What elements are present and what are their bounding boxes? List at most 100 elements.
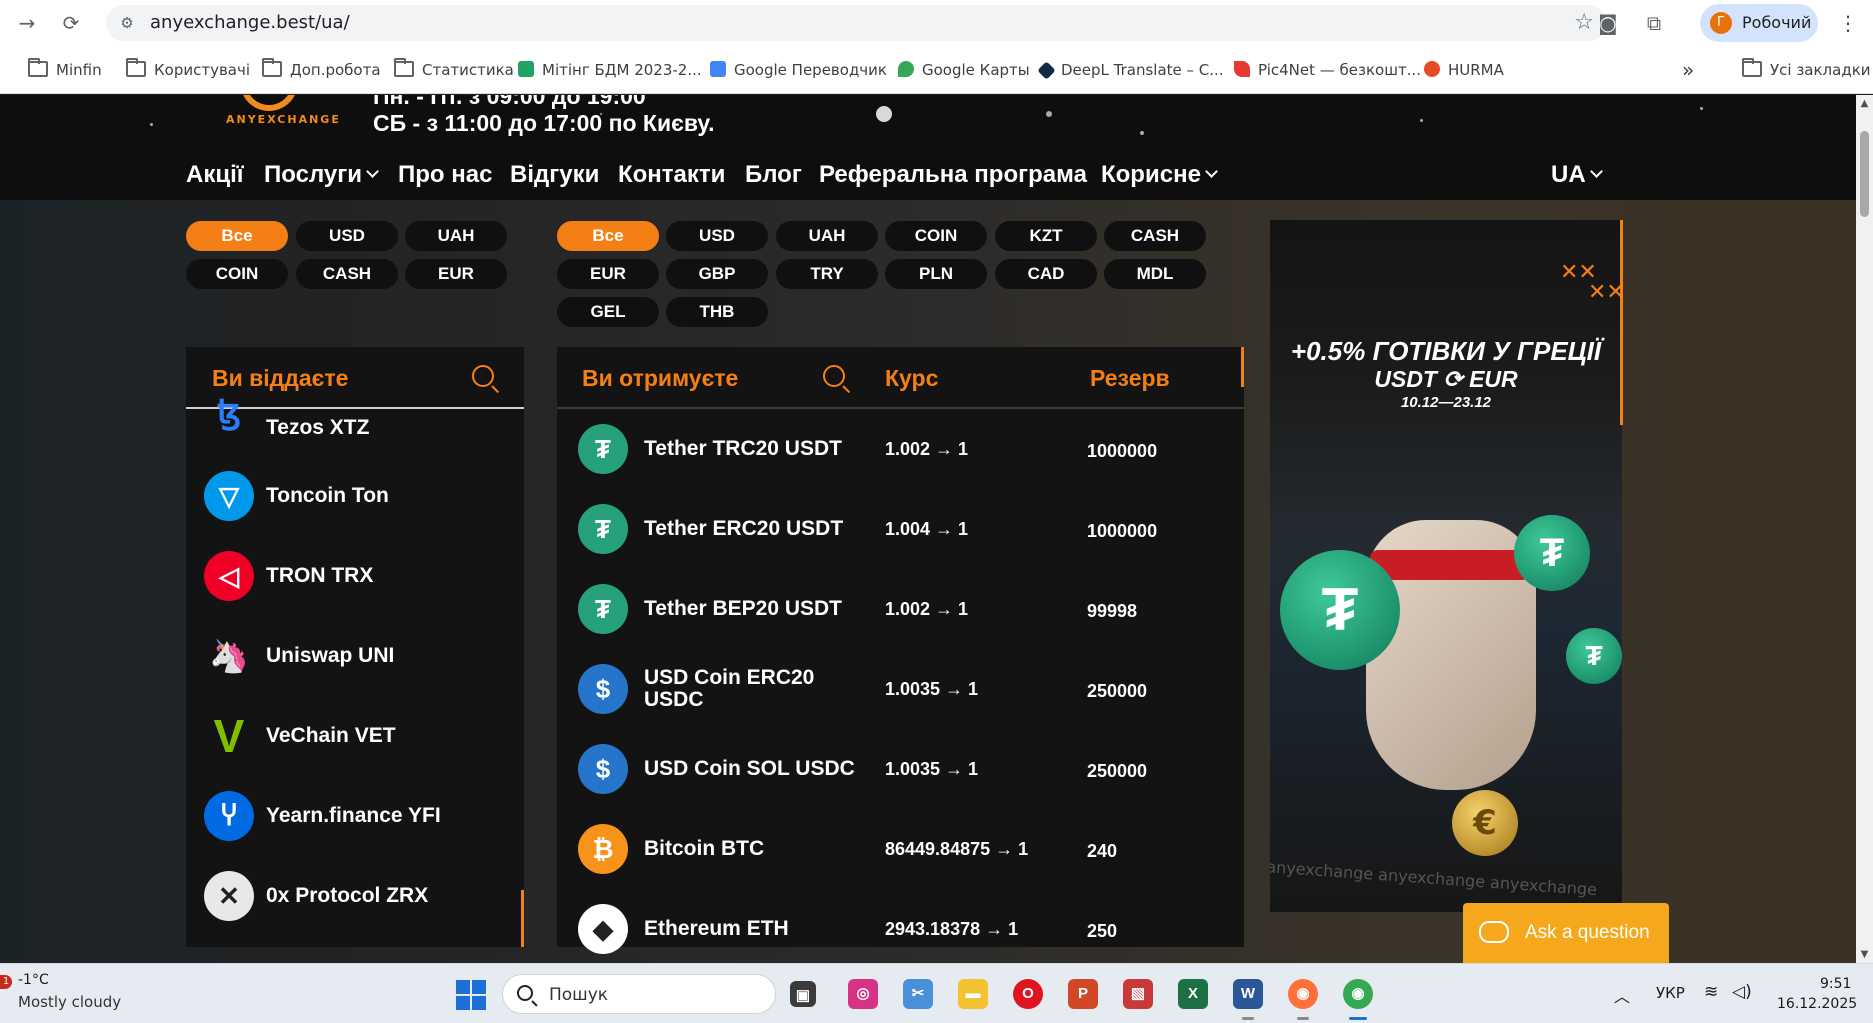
give-filter-uah[interactable]: UAH (405, 221, 507, 251)
search-icon[interactable] (823, 365, 845, 387)
clock-time[interactable]: 9:51 (1820, 976, 1851, 992)
bookmark-hurma[interactable]: HURMA (1424, 46, 1504, 94)
ask-question-button[interactable]: Ask a question (1463, 903, 1669, 963)
give-item-toncoin[interactable]: Toncoin Ton (266, 485, 389, 507)
input-language[interactable]: УКР (1656, 984, 1685, 1002)
profile-button[interactable]: Г Робочий (1700, 4, 1818, 42)
more-bookmarks-icon[interactable]: » (1682, 46, 1694, 94)
word-icon[interactable]: W (1233, 979, 1263, 1009)
get-filter-thb[interactable]: THB (666, 297, 768, 327)
get-filter-usd[interactable]: USD (666, 221, 768, 251)
page-scrollbar[interactable]: ▲ ▼ (1856, 95, 1873, 963)
get-filter-gbp[interactable]: GBP (666, 259, 768, 289)
scrollbar-thumb[interactable] (1860, 131, 1869, 217)
all-bookmarks[interactable]: Усі закладки (1742, 46, 1871, 94)
firefox-icon[interactable]: ◉ (1288, 979, 1318, 1009)
bookmark-google-translate[interactable]: Google Переводчик (710, 46, 887, 94)
pdf-reader-icon[interactable]: ▧ (1123, 979, 1153, 1009)
get-filter-coin[interactable]: COIN (885, 221, 987, 251)
promo-banner[interactable]: ✕✕ ✕✕ +0.5% ГОТІВКИ У ГРЕЦІЇ USDT ⟳ EUR … (1270, 220, 1622, 912)
logo-icon[interactable] (240, 95, 298, 111)
get-filter-all[interactable]: Все (557, 221, 659, 251)
tray-chevron-icon[interactable]: ︿ (1614, 983, 1630, 1007)
give-item-tron[interactable]: TRON TRX (266, 565, 373, 587)
give-filter-all[interactable]: Все (186, 221, 288, 251)
get-row-name[interactable]: Tether ERC20 USDT (644, 518, 843, 540)
bookmark-statistics[interactable]: Статистика (394, 46, 514, 94)
give-filter-cash[interactable]: CASH (296, 259, 398, 289)
opera-icon[interactable]: O (1013, 979, 1043, 1009)
folder-icon (394, 58, 414, 77)
screenshot-icon[interactable]: ◙ (1594, 9, 1622, 37)
nav-referral[interactable]: Реферальна програма (819, 150, 1087, 200)
scroll-down-icon[interactable]: ▼ (1856, 946, 1873, 963)
bookmark-deepl[interactable]: DeepL Translate – C... (1037, 46, 1224, 94)
give-item-vechain[interactable]: VeChain VET (266, 725, 396, 747)
nav-services[interactable]: Послуги (264, 150, 379, 200)
bookmark-star-icon[interactable]: ☆ (1574, 9, 1594, 37)
scroll-indicator[interactable] (1241, 347, 1244, 387)
nav-blog[interactable]: Блог (745, 150, 802, 200)
language-switcher[interactable]: UA (1551, 150, 1603, 200)
creative-cloud-icon[interactable]: ◎ (848, 979, 878, 1009)
reload-icon[interactable]: ⟳ (56, 8, 86, 38)
get-filter-pln[interactable]: PLN (885, 259, 987, 289)
scroll-indicator[interactable] (521, 890, 524, 947)
browser-menu-icon[interactable]: ⋮ (1836, 9, 1860, 37)
snipping-tool-icon[interactable]: ✂ (903, 979, 933, 1009)
get-filter-gel[interactable]: GEL (557, 297, 659, 327)
nav-contacts[interactable]: Контакти (618, 150, 725, 200)
forward-icon[interactable]: → (12, 8, 42, 38)
bookmark-users[interactable]: Користувачі (126, 46, 250, 94)
weather-description[interactable]: Mostly cloudy (18, 993, 121, 1011)
get-filter-kzt[interactable]: KZT (995, 221, 1097, 251)
get-filter-uah[interactable]: UAH (776, 221, 878, 251)
volume-icon[interactable]: ◁) (1732, 982, 1752, 1002)
file-explorer-icon[interactable]: ▬ (958, 979, 988, 1009)
get-filter-cash[interactable]: CASH (1104, 221, 1206, 251)
give-filter-coin[interactable]: COIN (186, 259, 288, 289)
give-item-zrx[interactable]: 0x Protocol ZRX (266, 885, 428, 907)
search-icon[interactable] (472, 365, 494, 387)
get-filter-try[interactable]: TRY (776, 259, 878, 289)
get-row-name[interactable]: Tether BEP20 USDT (644, 598, 842, 620)
get-filter-cad[interactable]: CAD (995, 259, 1097, 289)
clock-date[interactable]: 16.12.2025 (1777, 996, 1857, 1012)
address-bar[interactable]: ⚙ anyexchange.best/ua/ ☆ (106, 5, 1606, 41)
nav-useful[interactable]: Корисне (1101, 150, 1218, 200)
site-header: ANYEXCHANGE Пн. - Пт. з 09:00 до 19:00 С… (0, 95, 1856, 200)
get-row-name[interactable]: USD Coin SOL USDC (644, 758, 855, 780)
get-filter-eur[interactable]: EUR (557, 259, 659, 289)
task-view-icon[interactable]: ▣ (790, 981, 816, 1007)
nav-about[interactable]: Про нас (398, 150, 492, 200)
extensions-icon[interactable]: ⧉ (1640, 9, 1668, 37)
give-item-tezos[interactable]: Tezos XTZ (266, 417, 369, 439)
get-row-name[interactable]: USD Coin ERC20 USDC (644, 667, 864, 711)
bookmark-meeting[interactable]: Мітінг БДМ 2023-2... (518, 46, 702, 94)
site-info-icon[interactable]: ⚙ (116, 12, 138, 34)
logo-text[interactable]: ANYEXCHANGE (226, 113, 341, 126)
chrome-icon[interactable]: ◉ (1343, 979, 1373, 1009)
windows-start-icon[interactable] (456, 980, 486, 1010)
get-row-name[interactable]: Ethereum ETH (644, 918, 789, 940)
bookmark-google-maps[interactable]: Google Карты (898, 46, 1030, 94)
wifi-icon[interactable]: ≋ (1704, 982, 1718, 1002)
taskbar-search[interactable]: Пошук (502, 974, 776, 1014)
give-item-uniswap[interactable]: Uniswap UNI (266, 645, 394, 667)
give-filter-usd[interactable]: USD (296, 221, 398, 251)
give-filter-eur[interactable]: EUR (405, 259, 507, 289)
deepl-icon (1037, 61, 1056, 80)
bookmark-side-work[interactable]: Доп.робота (262, 46, 381, 94)
weather-temperature[interactable]: -1°C (18, 972, 49, 988)
scroll-up-icon[interactable]: ▲ (1856, 95, 1873, 112)
nav-promotions[interactable]: Акції (186, 150, 244, 200)
give-item-yearn[interactable]: Yearn.finance YFI (266, 805, 441, 827)
bookmark-pic4net[interactable]: Pic4Net — безкошт... (1234, 46, 1421, 94)
get-row-name[interactable]: Bitcoin BTC (644, 838, 764, 860)
get-row-name[interactable]: Tether TRC20 USDT (644, 438, 842, 460)
nav-reviews[interactable]: Відгуки (510, 150, 599, 200)
bookmark-minfin[interactable]: Minfin (28, 46, 102, 94)
get-filter-mdl[interactable]: MDL (1104, 259, 1206, 289)
excel-icon[interactable]: X (1178, 979, 1208, 1009)
powerpoint-icon[interactable]: P (1068, 979, 1098, 1009)
